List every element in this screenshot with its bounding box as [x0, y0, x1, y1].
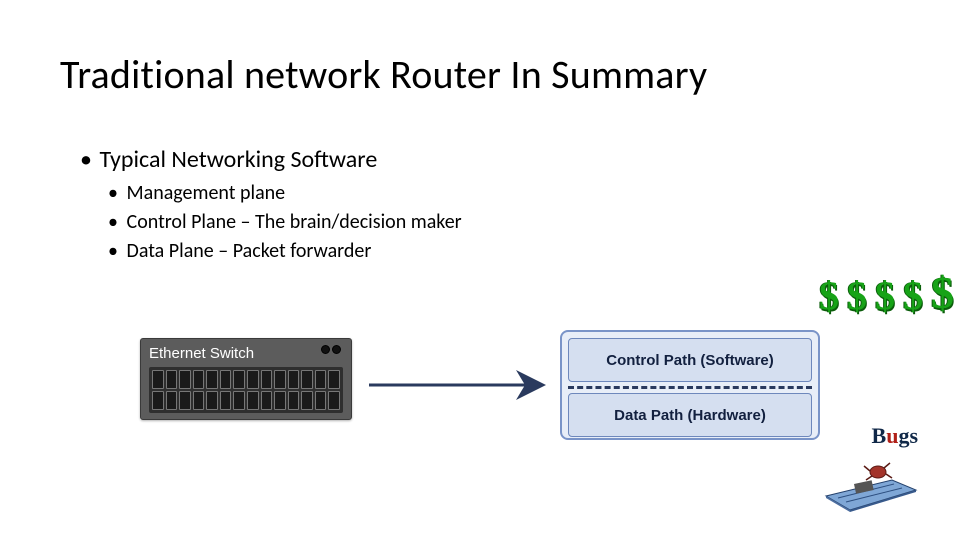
switch-port — [315, 370, 327, 389]
switch-port — [288, 391, 300, 410]
dollar-sign-icon: $ — [875, 276, 895, 316]
slide: Traditional network Router In Summary • … — [0, 0, 960, 540]
switch-port — [315, 391, 327, 410]
switch-port — [261, 370, 273, 389]
switch-port — [328, 370, 340, 389]
switch-port-grid — [149, 367, 343, 413]
router-divider — [568, 386, 812, 389]
data-path-box: Data Path (Hardware) — [568, 393, 812, 437]
bullet-marker: • — [108, 238, 122, 265]
sub-bullets: • Management plane • Control Plane – The… — [108, 180, 462, 265]
sub-bullet-2: • Control Plane – The brain/decision mak… — [108, 209, 462, 236]
slide-title: Traditional network Router In Summary — [60, 50, 707, 99]
switch-port — [166, 370, 178, 389]
sub-bullet-1: • Management plane — [108, 180, 462, 207]
switch-port — [247, 370, 259, 389]
bullet-top-text: Typical Networking Software — [99, 145, 377, 174]
control-path-label: Control Path (Software) — [606, 352, 774, 369]
dollar-sign-icon: $ — [931, 270, 954, 316]
switch-port — [274, 370, 286, 389]
control-path-box: Control Path (Software) — [568, 338, 812, 382]
router-box: Control Path (Software) Data Path (Hardw… — [560, 330, 820, 440]
switch-port — [247, 391, 259, 410]
switch-port — [206, 391, 218, 410]
switch-port — [193, 391, 205, 410]
switch-port — [152, 370, 164, 389]
switch-port — [220, 391, 232, 410]
switch-port — [288, 370, 300, 389]
sub-bullet-3: • Data Plane – Packet forwarder — [108, 238, 462, 265]
bullet-marker: • — [80, 145, 94, 174]
bugs-board-icon — [820, 452, 920, 512]
switch-port — [274, 391, 286, 410]
switch-port — [233, 370, 245, 389]
arrow-icon — [365, 370, 555, 400]
switch-port — [301, 370, 313, 389]
switch-port — [179, 391, 191, 410]
bugs-label: Bugs — [872, 425, 919, 447]
switch-port — [193, 370, 205, 389]
switch-port — [301, 391, 313, 410]
switch-port — [233, 391, 245, 410]
data-path-label: Data Path (Hardware) — [614, 407, 766, 424]
switch-port — [220, 370, 232, 389]
bugs-graphic: Bugs — [820, 427, 920, 512]
switch-port — [179, 370, 191, 389]
dollar-sign-icon: $ — [903, 276, 923, 316]
switch-port — [206, 370, 218, 389]
ethernet-switch-graphic: Ethernet Switch — [140, 338, 352, 420]
switch-port — [328, 391, 340, 410]
switch-port — [166, 391, 178, 410]
bullet-top: • Typical Networking Software — [80, 145, 462, 174]
bullet-marker: • — [108, 209, 122, 236]
sub-bullet-3-text: Data Plane – Packet forwarder — [127, 239, 372, 263]
ethernet-switch-label: Ethernet Switch — [149, 345, 254, 362]
switch-indicator-icon — [321, 345, 341, 354]
sub-bullet-1-text: Management plane — [127, 181, 286, 205]
dollar-row: $ $ $ $ $ — [819, 270, 954, 316]
sub-bullet-2-text: Control Plane – The brain/decision maker — [127, 210, 462, 234]
bullet-marker: • — [108, 180, 122, 207]
switch-port — [261, 391, 273, 410]
dollar-sign-icon: $ — [819, 276, 839, 316]
bullet-list: • Typical Networking Software • Manageme… — [80, 145, 462, 265]
switch-port — [152, 391, 164, 410]
dollar-sign-icon: $ — [847, 276, 867, 316]
